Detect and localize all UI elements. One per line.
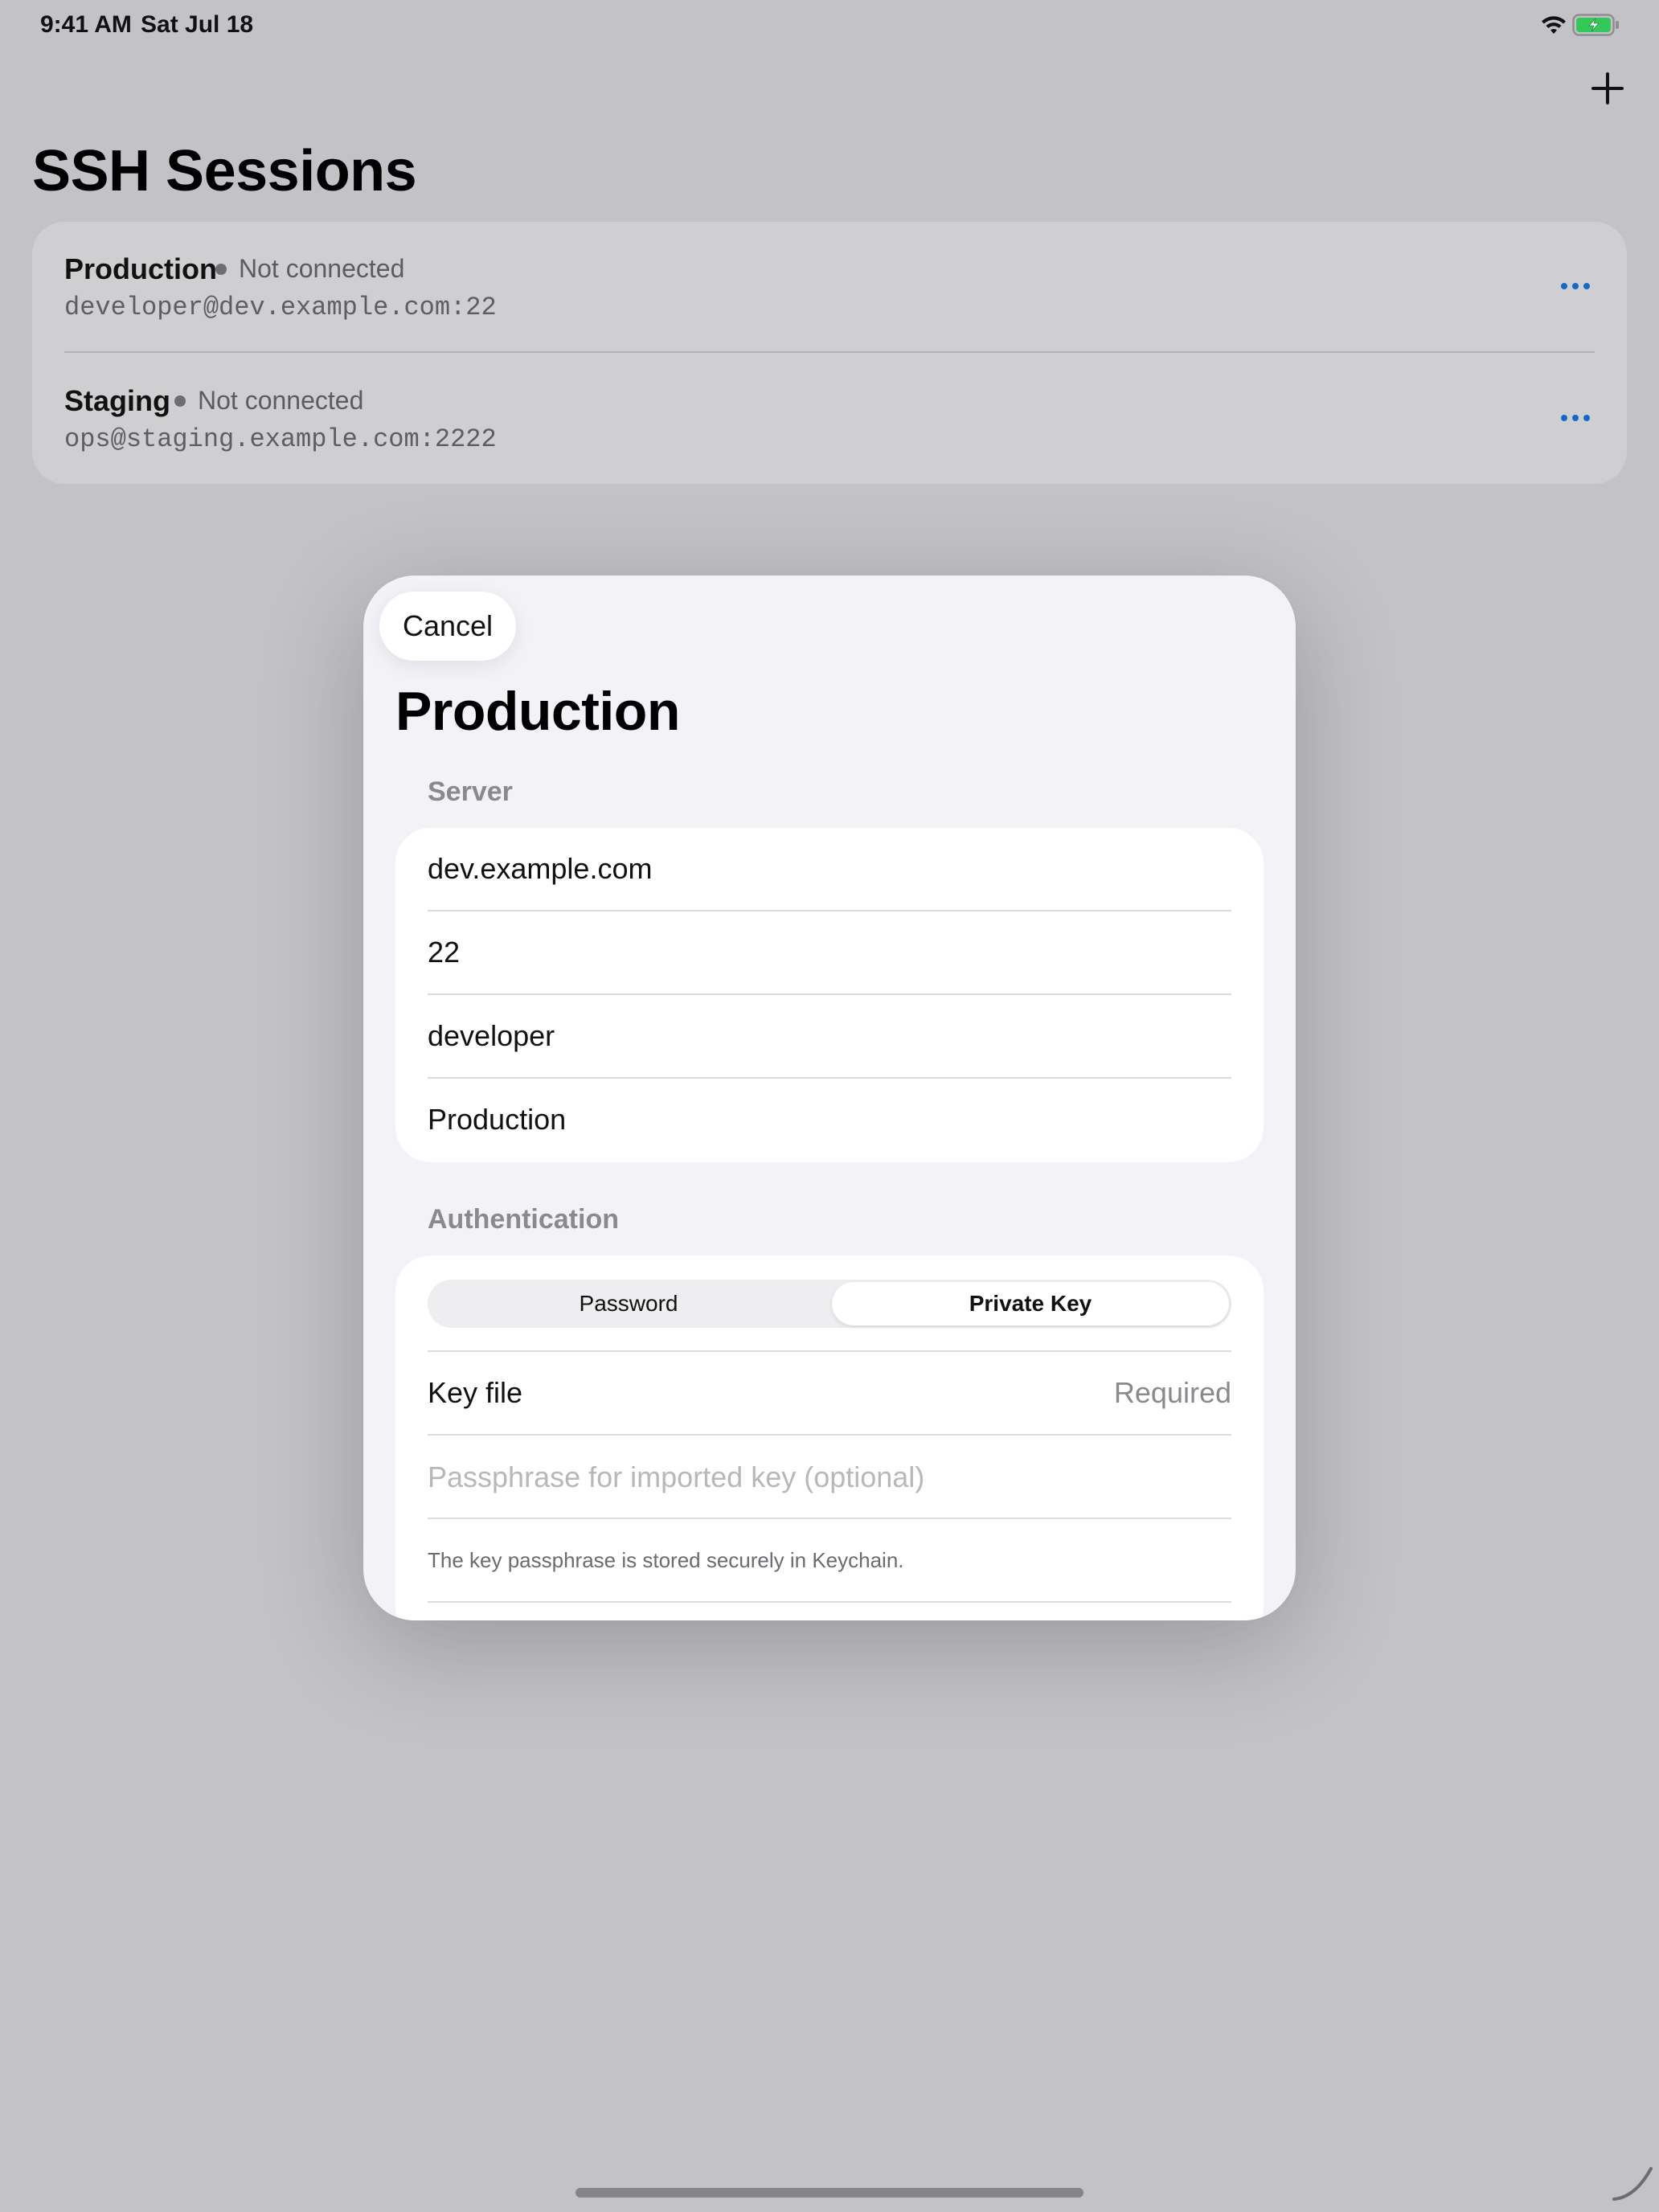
username-field[interactable]: developer xyxy=(428,995,1231,1079)
username-value: developer xyxy=(428,1019,555,1052)
session-row-production[interactable]: Production Not connected developer@dev.e… xyxy=(32,222,1627,353)
key-file-row[interactable]: Key file Required xyxy=(428,1352,1231,1436)
session-name-field[interactable]: Production xyxy=(428,1079,1231,1162)
add-session-button[interactable] xyxy=(1587,68,1628,109)
passphrase-row xyxy=(428,1436,1231,1519)
wifi-icon xyxy=(1542,16,1566,34)
session-status: Not connected xyxy=(198,386,364,415)
keychain-footnote: The key passphrase is stored securely in… xyxy=(428,1548,904,1572)
sheet-title: Production xyxy=(395,681,680,742)
plus-icon xyxy=(1591,72,1624,104)
port-field[interactable]: 22 xyxy=(428,911,1231,995)
status-dot xyxy=(215,264,227,275)
session-address: developer@dev.example.com:22 xyxy=(64,293,497,322)
field-divider xyxy=(428,1601,1231,1603)
key-file-label: Key file xyxy=(428,1376,523,1409)
more-options-button[interactable] xyxy=(1551,402,1600,434)
session-name: Production xyxy=(64,252,217,285)
corner-resize-icon xyxy=(1612,2167,1653,2201)
status-bar: 9:41 AM Sat Jul 18 xyxy=(0,0,1659,51)
key-file-value: Required xyxy=(1113,1376,1231,1409)
host-field[interactable]: dev.example.com xyxy=(428,828,1231,911)
port-value: 22 xyxy=(428,936,461,969)
session-row-staging[interactable]: Staging Not connected ops@staging.exampl… xyxy=(32,354,1627,484)
status-date: Sat Jul 18 xyxy=(141,11,254,38)
session-name: Staging xyxy=(64,384,170,417)
status-time: 9:41 AM xyxy=(40,11,132,38)
session-address: ops@staging.example.com:2222 xyxy=(64,424,497,454)
edit-session-sheet: Cancel Production Server dev.example.com… xyxy=(363,576,1296,1620)
session-status: Not connected xyxy=(239,254,405,283)
footnote-row: The key passphrase is stored securely in… xyxy=(428,1519,1231,1603)
passphrase-input[interactable] xyxy=(428,1452,1231,1503)
ellipsis-icon xyxy=(1561,283,1590,289)
more-options-button[interactable] xyxy=(1551,270,1600,302)
server-section-header: Server xyxy=(428,776,513,807)
picker-row xyxy=(428,1256,1231,1352)
home-indicator[interactable] xyxy=(576,2188,1083,2198)
authentication-section-header: Authentication xyxy=(428,1204,619,1235)
page-title: SSH Sessions xyxy=(32,139,417,203)
session-list: Production Not connected developer@dev.e… xyxy=(32,222,1627,484)
cancel-button[interactable]: Cancel xyxy=(379,592,516,661)
authentication-group: Password Private Key Key file Required T… xyxy=(395,1256,1264,1620)
session-name-value: Production xyxy=(428,1103,567,1136)
battery-icon xyxy=(1572,14,1619,36)
status-dot xyxy=(174,395,186,407)
row-divider xyxy=(64,351,1595,353)
host-value: dev.example.com xyxy=(428,852,653,885)
ellipsis-icon xyxy=(1561,415,1590,421)
server-fields-group: dev.example.com 22 developer Production xyxy=(395,828,1264,1162)
